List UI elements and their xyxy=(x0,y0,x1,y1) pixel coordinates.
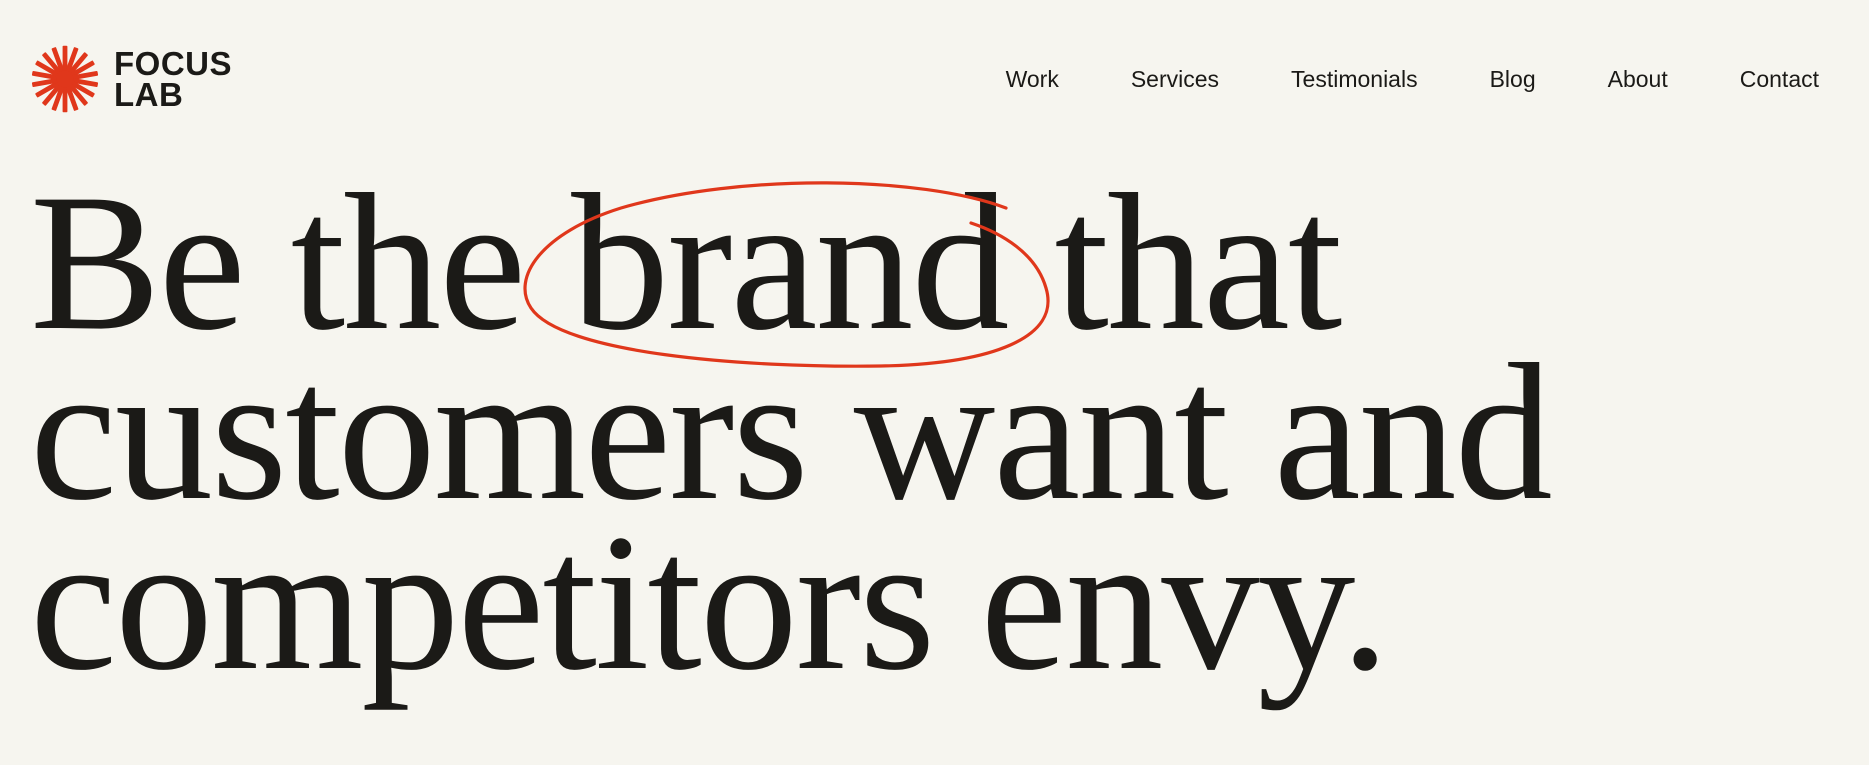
logo-text-line1: FOCUS xyxy=(114,45,232,82)
nav-link-work[interactable]: Work xyxy=(1006,64,1059,94)
logo-text-line2: LAB xyxy=(114,76,184,113)
hero-highlight-word: brand xyxy=(571,154,1009,371)
main-nav: Work Services Testimonials Blog About Co… xyxy=(934,64,1819,94)
hero-line-3: competitors envy. xyxy=(30,494,1390,711)
nav-link-testimonials[interactable]: Testimonials xyxy=(1291,64,1418,94)
nav-link-services[interactable]: Services xyxy=(1131,64,1219,94)
nav-link-blog[interactable]: Blog xyxy=(1490,64,1536,94)
hero-highlight-word-wrapper: brand xyxy=(523,165,1050,368)
site-header: FOCUS LAB Work Services Testimonials Blo… xyxy=(0,0,1869,160)
hero-headline: Be the brand that customers want and com… xyxy=(30,165,1830,711)
nav-link-contact[interactable]: Contact xyxy=(1740,64,1819,94)
hero-line-2: customers want and xyxy=(30,324,1553,541)
hero-section: Be the brand that customers want and com… xyxy=(30,165,1830,711)
nav-link-about[interactable]: About xyxy=(1608,64,1668,94)
sunburst-icon xyxy=(31,45,99,113)
hero-line-1: Be the brand that xyxy=(30,165,1830,368)
logo-link[interactable]: FOCUS LAB xyxy=(28,42,232,116)
logo-wordmark: FOCUS LAB xyxy=(114,45,232,113)
